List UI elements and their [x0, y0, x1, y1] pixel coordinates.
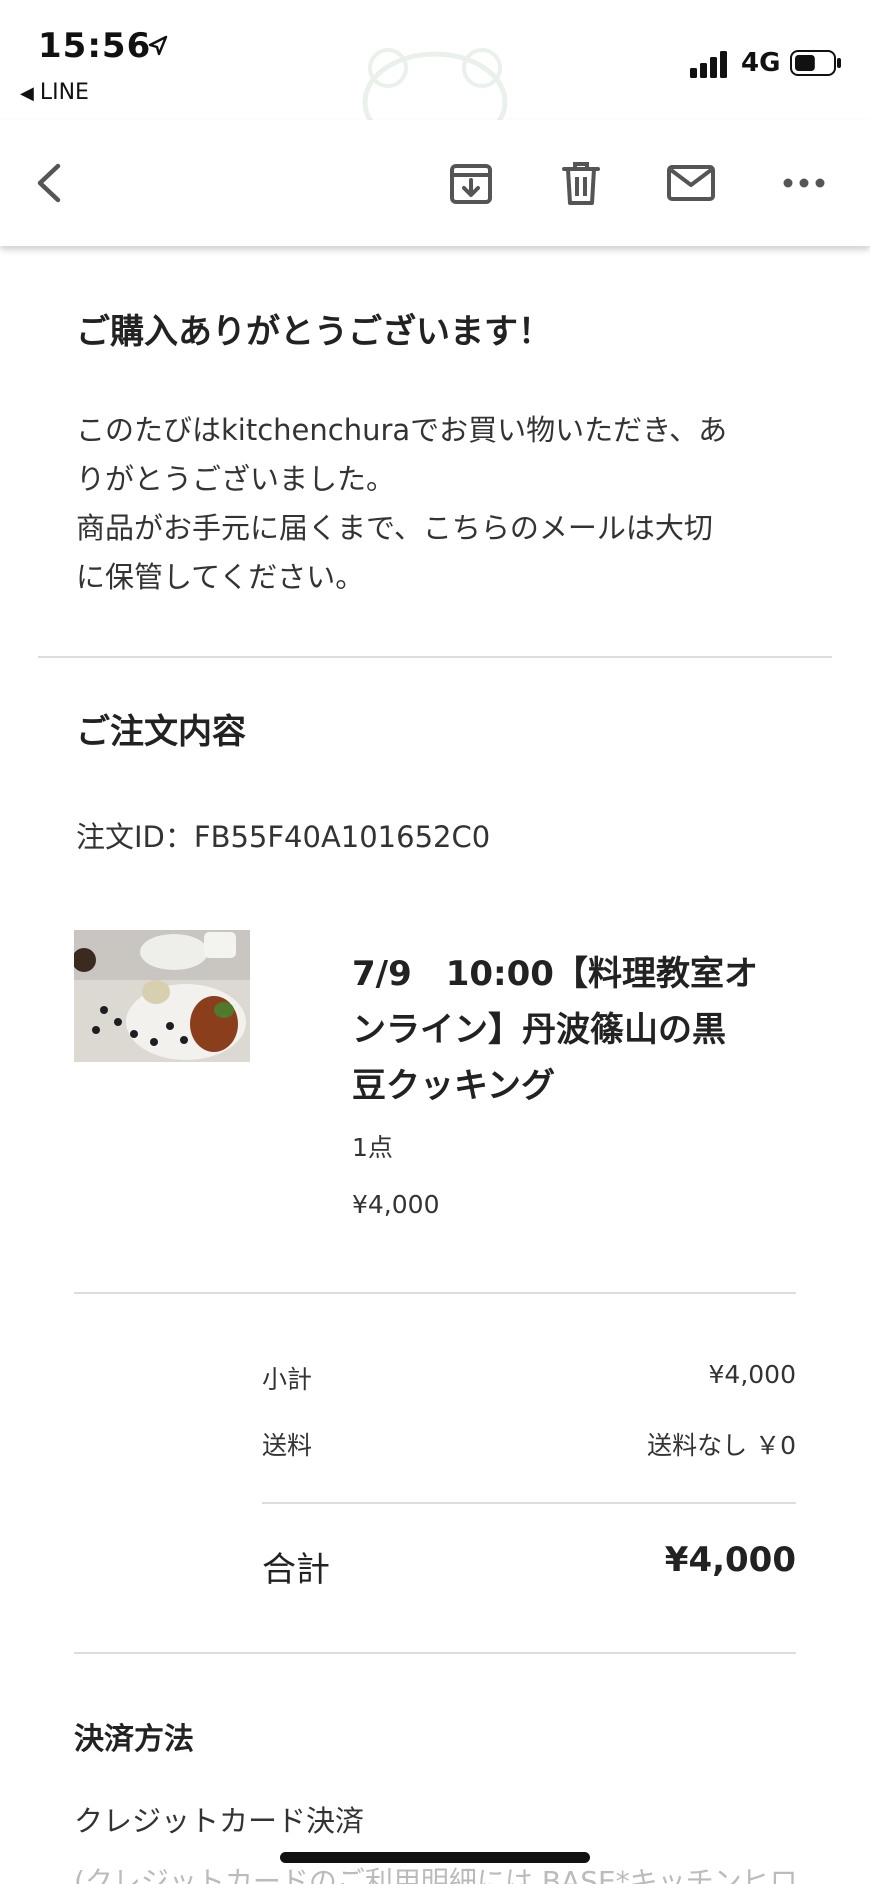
payment-method: クレジットカード決済	[74, 1804, 365, 1838]
thanks-message: このたびはkitchenchuraでお買い物いただき、あ りがとうございました。…	[76, 406, 796, 602]
more-icon[interactable]	[779, 158, 829, 208]
thanks-line: に保管してください。	[76, 560, 365, 594]
network-type: 4G	[741, 48, 781, 78]
product-name-line: 7/9 10:00【料理教室オ	[352, 954, 758, 994]
archive-icon[interactable]	[446, 158, 496, 208]
thanks-line: このたびはkitchenchuraでお買い物いただき、あ	[76, 413, 728, 447]
payment-section-title: 決済方法	[74, 1722, 194, 1757]
back-arrow-icon[interactable]	[26, 158, 76, 208]
order-section-title: ご注文内容	[76, 712, 246, 752]
back-triangle-icon: ◀	[20, 83, 34, 104]
total-label: 合計	[262, 1550, 330, 1590]
product-thumbnail[interactable]	[74, 930, 250, 1062]
divider	[262, 1502, 796, 1504]
product-name-line: ンライン】丹波篠山の黒	[352, 1010, 726, 1050]
divider	[74, 1292, 796, 1294]
subtotal-label: 小計	[262, 1365, 313, 1394]
subtotal-value: ¥4,000	[708, 1360, 796, 1389]
status-time: 15:56	[38, 26, 152, 66]
payment-note: (クレジットカードのご利用明細には BASE*キッチンヒロ	[74, 1865, 798, 1884]
thanks-line: 商品がお手元に届くまで、こちらのメールは大切	[76, 511, 713, 545]
mail-icon[interactable]	[666, 158, 716, 208]
location-arrow-icon	[148, 35, 168, 56]
back-app-label: LINE	[39, 80, 89, 105]
email-toolbar	[0, 120, 870, 246]
signal-icon	[690, 51, 727, 78]
product-price: ¥4,000	[352, 1190, 440, 1219]
shipping-value: 送料なし ￥0	[647, 1431, 796, 1460]
trash-icon[interactable]	[556, 158, 606, 208]
product-quantity: 1点	[352, 1133, 393, 1162]
home-indicator[interactable]	[280, 1852, 590, 1863]
thanks-line: りがとうございました。	[76, 462, 396, 496]
back-to-app[interactable]: ◀ LINE	[20, 80, 89, 105]
total-value: ¥4,000	[664, 1540, 796, 1580]
product-name-line: 豆クッキング	[352, 1066, 555, 1106]
thanks-heading: ご購入ありがとうございます！	[76, 312, 552, 352]
product-name[interactable]: 7/9 10:00【料理教室オ ンライン】丹波篠山の黒 豆クッキング	[352, 946, 772, 1114]
order-id: 注文ID：FB55F40A101652C0	[76, 820, 491, 854]
battery-icon	[790, 50, 841, 76]
divider	[38, 656, 832, 658]
shipping-label: 送料	[262, 1431, 313, 1460]
divider	[74, 1652, 796, 1654]
